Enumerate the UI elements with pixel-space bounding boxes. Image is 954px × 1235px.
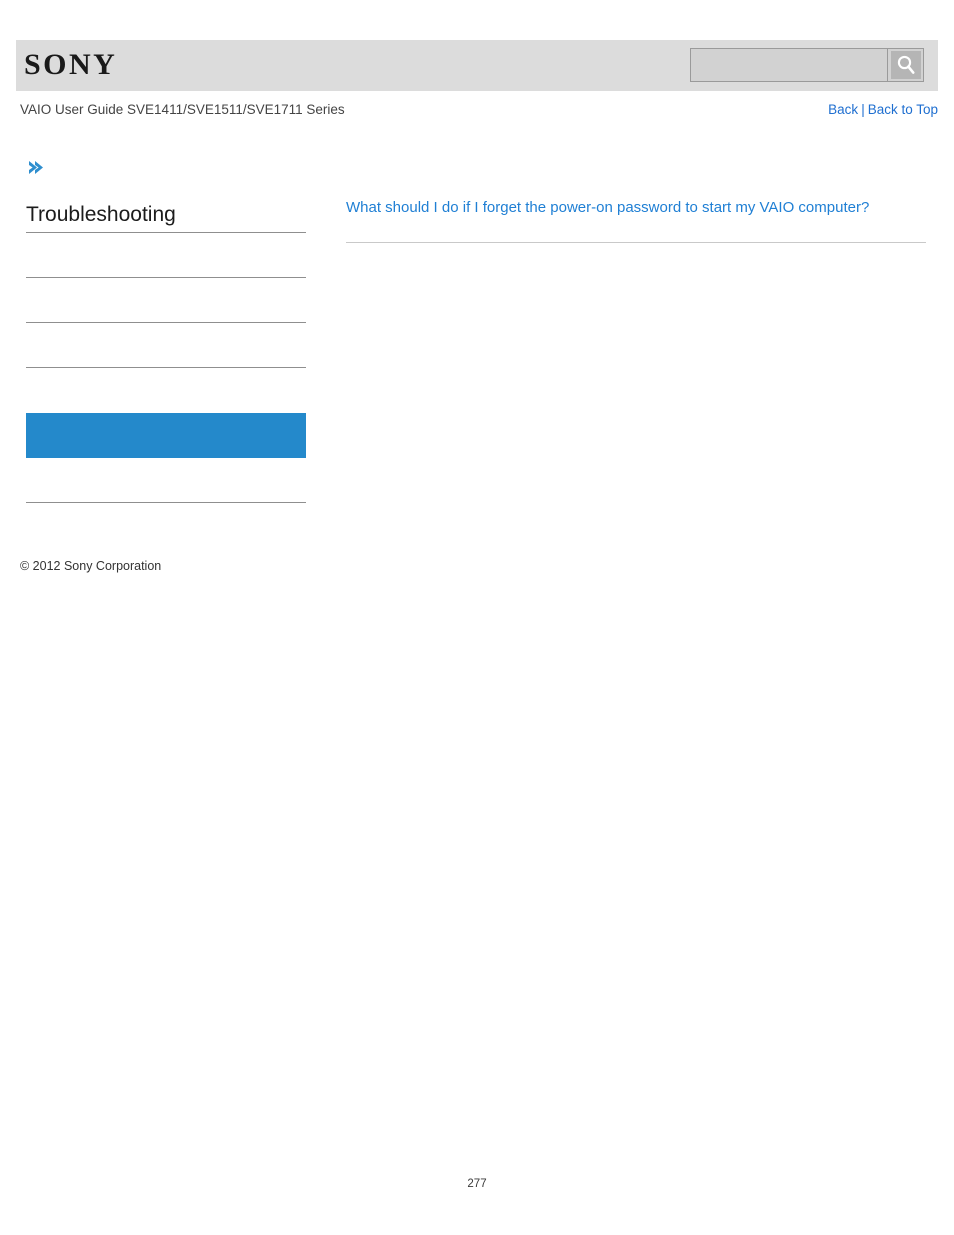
sidebar-item-selected[interactable] xyxy=(26,413,306,458)
search-button[interactable] xyxy=(887,49,923,81)
copyright-text: © 2012 Sony Corporation xyxy=(20,559,162,573)
sidebar-item-1[interactable] xyxy=(26,233,306,278)
back-link[interactable]: Back xyxy=(828,102,858,117)
sidebar-item-4[interactable] xyxy=(26,368,306,413)
double-chevron-right-icon xyxy=(26,158,48,180)
sony-logo: SONY xyxy=(24,48,118,81)
header-band: SONY xyxy=(16,40,938,91)
topic-link[interactable]: What should I do if I forget the power-o… xyxy=(346,198,926,243)
page-number: 277 xyxy=(467,1178,487,1190)
search-icon xyxy=(890,51,921,79)
back-to-top-link[interactable]: Back to Top xyxy=(868,102,938,117)
sidebar-item-2[interactable] xyxy=(26,278,306,323)
link-separator: | xyxy=(861,102,865,117)
sidebar-heading: Troubleshooting xyxy=(26,202,306,233)
search-input[interactable] xyxy=(691,49,887,81)
top-navigation-links: Back | Back to Top xyxy=(828,102,938,117)
guide-title: VAIO User Guide SVE1411/SVE1511/SVE1711 … xyxy=(20,102,345,117)
search-box[interactable] xyxy=(690,48,924,82)
sidebar-item-6[interactable] xyxy=(26,458,306,503)
main-content: What should I do if I forget the power-o… xyxy=(346,198,926,243)
sidebar: Troubleshooting xyxy=(26,158,306,503)
sidebar-item-3[interactable] xyxy=(26,323,306,368)
